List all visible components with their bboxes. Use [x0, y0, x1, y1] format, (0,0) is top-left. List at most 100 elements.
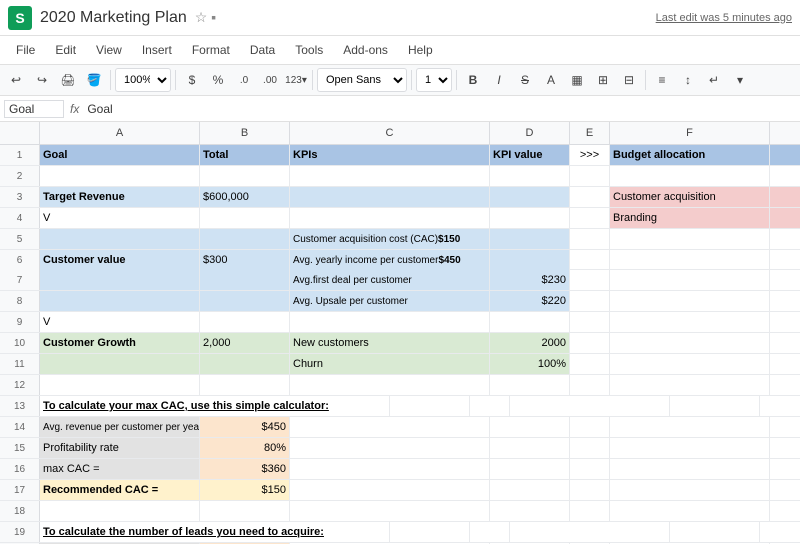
cell-f17[interactable] — [610, 480, 770, 500]
cell-d14[interactable] — [490, 417, 570, 437]
cell-a1[interactable]: Goal — [40, 145, 200, 165]
cell-f18[interactable] — [610, 501, 770, 521]
cell-f13[interactable] — [510, 396, 670, 416]
cell-g1[interactable]: $300,000 — [770, 145, 800, 165]
cell-b14[interactable]: $450 — [200, 417, 290, 437]
cell-c9[interactable] — [290, 312, 490, 332]
more-button[interactable]: ▾ — [728, 68, 752, 92]
cell-a9[interactable]: V — [40, 312, 200, 332]
cell-d18[interactable] — [490, 501, 570, 521]
decimal2-button[interactable]: .00 — [258, 68, 282, 92]
cell-e6[interactable] — [570, 250, 610, 270]
cell-e9[interactable] — [570, 312, 610, 332]
col-header-a[interactable]: A — [40, 122, 200, 144]
cell-f15[interactable] — [610, 438, 770, 458]
bold-button[interactable]: B — [461, 68, 485, 92]
cell-b3[interactable]: $600,000 — [200, 187, 290, 207]
last-edit[interactable]: Last edit was 5 minutes ago — [656, 12, 792, 24]
merge-button[interactable]: ⊟ — [617, 68, 641, 92]
cell-b6[interactable]: $300 — [200, 250, 290, 270]
cell-a16[interactable]: max CAC = — [40, 459, 200, 479]
cell-e7[interactable] — [570, 270, 610, 290]
cell-g10[interactable] — [770, 333, 800, 353]
undo-button[interactable]: ↩ — [4, 68, 28, 92]
menu-insert[interactable]: Insert — [134, 41, 180, 59]
cell-e17[interactable] — [570, 480, 610, 500]
cell-c8[interactable]: Avg. Upsale per customer — [290, 291, 490, 311]
cell-a2[interactable] — [40, 166, 200, 186]
cell-b11[interactable] — [200, 354, 290, 374]
italic-button[interactable]: I — [487, 68, 511, 92]
cell-e19[interactable] — [470, 522, 510, 542]
cell-c4[interactable] — [290, 208, 490, 228]
redo-button[interactable]: ↪ — [30, 68, 54, 92]
cell-f2[interactable] — [610, 166, 770, 186]
cell-d13[interactable] — [390, 396, 470, 416]
align-button[interactable]: ≡ — [650, 68, 674, 92]
cell-f4[interactable]: Branding — [610, 208, 770, 228]
cell-a19[interactable]: To calculate the number of leads you nee… — [40, 522, 390, 542]
menu-data[interactable]: Data — [242, 41, 283, 59]
cell-b8[interactable] — [200, 291, 290, 311]
cell-g11[interactable] — [770, 354, 800, 374]
cell-f9[interactable] — [610, 312, 770, 332]
cell-d6[interactable] — [490, 250, 570, 270]
cell-e13[interactable] — [470, 396, 510, 416]
cell-a5[interactable] — [40, 229, 200, 249]
menu-file[interactable]: File — [8, 41, 43, 59]
cell-f3[interactable]: Customer acquisition — [610, 187, 770, 207]
cell-a6[interactable]: Customer value — [40, 250, 200, 270]
cell-g8[interactable] — [770, 291, 800, 311]
cell-a17[interactable]: Recommended CAC = — [40, 480, 200, 500]
cell-c5[interactable]: Customer acquisition cost (CAC) $150 — [290, 229, 490, 249]
cell-g13[interactable] — [670, 396, 760, 416]
cell-a12[interactable] — [40, 375, 200, 395]
menu-tools[interactable]: Tools — [287, 41, 331, 59]
currency-button[interactable]: $ — [180, 68, 204, 92]
cell-d15[interactable] — [490, 438, 570, 458]
format123-button[interactable]: 123▾ — [284, 68, 308, 92]
doc-title[interactable]: 2020 Marketing Plan — [40, 9, 187, 27]
cell-b15[interactable]: 80% — [200, 438, 290, 458]
cell-f11[interactable] — [610, 354, 770, 374]
paint-format-button[interactable]: 🪣 — [82, 68, 106, 92]
cell-b9[interactable] — [200, 312, 290, 332]
cell-b10[interactable]: 2,000 — [200, 333, 290, 353]
cell-c10[interactable]: New customers — [290, 333, 490, 353]
cell-c17[interactable] — [290, 480, 490, 500]
cell-e1[interactable]: >>> — [570, 145, 610, 165]
strikethrough-button[interactable]: S — [513, 68, 537, 92]
cell-c14[interactable] — [290, 417, 490, 437]
cell-d17[interactable] — [490, 480, 570, 500]
col-header-b[interactable]: B — [200, 122, 290, 144]
cell-f19[interactable] — [510, 522, 670, 542]
cell-g12[interactable] — [770, 375, 800, 395]
cell-a18[interactable] — [40, 501, 200, 521]
cell-g9[interactable] — [770, 312, 800, 332]
menu-view[interactable]: View — [88, 41, 130, 59]
cell-g17[interactable] — [770, 480, 800, 500]
cell-f5[interactable] — [610, 229, 770, 249]
cell-b16[interactable]: $360 — [200, 459, 290, 479]
cell-c1[interactable]: KPIs — [290, 145, 490, 165]
cell-e8[interactable] — [570, 291, 610, 311]
cell-f1[interactable]: Budget allocation — [610, 145, 770, 165]
cell-g16[interactable] — [770, 459, 800, 479]
cell-c2[interactable] — [290, 166, 490, 186]
cell-e3[interactable] — [570, 187, 610, 207]
cell-e4[interactable] — [570, 208, 610, 228]
menu-addons[interactable]: Add-ons — [335, 41, 396, 59]
cell-c7[interactable]: Avg.first deal per customer — [290, 270, 490, 290]
cell-d11[interactable]: 100% — [490, 354, 570, 374]
cell-g18[interactable] — [770, 501, 800, 521]
cell-c16[interactable] — [290, 459, 490, 479]
col-header-c[interactable]: C — [290, 122, 490, 144]
cell-c18[interactable] — [290, 501, 490, 521]
borders-button[interactable]: ⊞ — [591, 68, 615, 92]
cell-f6[interactable] — [610, 250, 770, 270]
percent-button[interactable]: % — [206, 68, 230, 92]
cell-g15[interactable] — [770, 438, 800, 458]
cell-b18[interactable] — [200, 501, 290, 521]
cell-a7[interactable] — [40, 270, 200, 290]
cell-d2[interactable] — [490, 166, 570, 186]
